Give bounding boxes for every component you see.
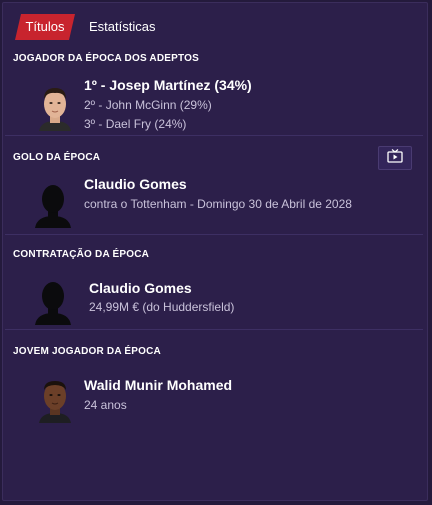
fan-player-heading: JOGADOR DA ÉPOCA DOS ADEPTOS <box>13 53 199 64</box>
young-player-heading: JOVEM JOGADOR DA ÉPOCA <box>13 346 161 357</box>
young-player-age: 24 anos <box>84 398 127 412</box>
signing-player[interactable]: Claudio Gomes <box>89 280 192 296</box>
avatar[interactable] <box>31 180 75 228</box>
avatar[interactable] <box>31 277 75 325</box>
signing-heading: CONTRATAÇÃO DA ÉPOCA <box>13 249 150 260</box>
fan-player-second[interactable]: 2º - John McGinn (29%) <box>84 98 212 112</box>
divider <box>5 135 423 136</box>
tv-play-icon <box>387 148 403 168</box>
tab-titles[interactable]: Títulos <box>15 14 75 40</box>
avatar[interactable] <box>33 375 77 423</box>
goal-heading: GOLO DA ÉPOCA <box>13 152 101 163</box>
goal-detail[interactable]: contra o Tottenham - Domingo 30 de Abril… <box>84 197 352 211</box>
watch-goal-button[interactable] <box>378 146 412 170</box>
divider <box>5 329 423 330</box>
signing-detail: 24,99M € (do Huddersfield) <box>89 300 235 314</box>
fan-player-third[interactable]: 3º - Dael Fry (24%) <box>84 117 186 131</box>
divider <box>5 234 423 235</box>
young-player-name[interactable]: Walid Munir Mohamed <box>84 377 232 393</box>
fan-player-first[interactable]: 1º - Josep Martínez (34%) <box>84 77 252 93</box>
awards-panel: Títulos Estatísticas JOGADOR DA ÉPOCA DO… <box>2 2 428 501</box>
tab-statistics[interactable]: Estatísticas <box>89 14 155 40</box>
avatar[interactable] <box>33 83 77 131</box>
goal-player[interactable]: Claudio Gomes <box>84 176 187 192</box>
